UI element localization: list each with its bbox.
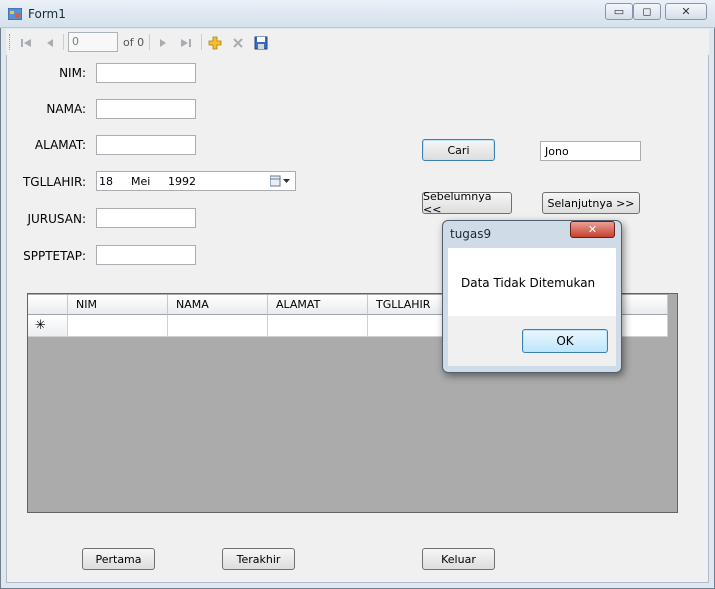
nim-label: NIM: bbox=[59, 66, 86, 80]
tgllahir-label: TGLLAHIR: bbox=[22, 175, 86, 189]
save-icon[interactable] bbox=[253, 35, 269, 51]
calendar-dropdown-icon[interactable] bbox=[269, 175, 292, 190]
app-icon bbox=[7, 7, 23, 21]
pertama-button[interactable]: Pertama bbox=[82, 548, 155, 570]
sebelumnya-button[interactable]: Sebelumnya << bbox=[422, 190, 512, 216]
ok-button[interactable]: OK bbox=[522, 329, 608, 353]
selanjutnya-button[interactable]: Selanjutnya >> bbox=[542, 192, 640, 214]
grid-column-header[interactable]: NAMA bbox=[168, 295, 268, 315]
spptetap-field[interactable] bbox=[96, 245, 196, 265]
dialog-close-button[interactable]: ✕ bbox=[570, 221, 615, 238]
maximize-button[interactable]: ◻ bbox=[633, 3, 661, 20]
spptetap-label: SPPTETAP: bbox=[23, 249, 86, 263]
jurusan-label: JURUSAN: bbox=[27, 212, 86, 226]
grid-cell[interactable] bbox=[168, 315, 268, 337]
first-record-icon[interactable] bbox=[18, 35, 34, 51]
jurusan-field[interactable] bbox=[96, 208, 196, 228]
grid-column-header[interactable]: ALAMAT bbox=[268, 295, 368, 315]
alamat-field[interactable] bbox=[96, 135, 196, 155]
keluar-button[interactable]: Keluar bbox=[422, 548, 495, 570]
last-record-icon[interactable] bbox=[178, 35, 194, 51]
cari-button[interactable]: Cari bbox=[422, 139, 495, 161]
count-label: of 0 bbox=[123, 36, 145, 49]
alamat-label: ALAMAT: bbox=[34, 138, 86, 152]
terakhir-button[interactable]: Terakhir bbox=[222, 548, 295, 570]
grid-cell[interactable] bbox=[268, 315, 368, 337]
toolbar-separator bbox=[201, 34, 202, 50]
window-title: Form1 bbox=[28, 7, 66, 21]
date-day: 18 bbox=[99, 175, 113, 188]
toolbar-grip[interactable] bbox=[9, 34, 11, 50]
next-record-icon[interactable] bbox=[155, 35, 171, 51]
position-input[interactable]: 0 bbox=[68, 32, 118, 52]
minimize-icon: ▭ bbox=[613, 5, 625, 18]
add-new-icon[interactable] bbox=[207, 35, 223, 51]
date-month: Mei bbox=[131, 175, 151, 188]
toolbar-separator bbox=[63, 34, 64, 50]
nim-field[interactable] bbox=[96, 63, 196, 83]
grid-column-header[interactable]: NIM bbox=[68, 295, 168, 315]
delete-icon[interactable] bbox=[230, 35, 246, 51]
close-icon: ✕ bbox=[681, 5, 691, 18]
nama-field[interactable] bbox=[96, 99, 196, 119]
grid-row-header-corner bbox=[28, 295, 68, 315]
maximize-icon: ◻ bbox=[642, 5, 652, 18]
dialog-title: tugas9 bbox=[450, 227, 492, 241]
grid-cell[interactable] bbox=[68, 315, 168, 337]
nama-label: NAMA: bbox=[46, 102, 86, 116]
date-year: 1992 bbox=[168, 175, 196, 188]
close-button[interactable]: ✕ bbox=[665, 3, 707, 20]
search-input[interactable]: Jono bbox=[540, 141, 641, 161]
dialog-message: Data Tidak Ditemukan bbox=[461, 276, 596, 290]
tgllahir-date-picker[interactable]: 18 Mei 1992 bbox=[96, 171, 296, 191]
minimize-button[interactable]: ▭ bbox=[605, 3, 633, 20]
previous-record-icon[interactable] bbox=[42, 35, 58, 51]
new-row-marker[interactable]: ✳ bbox=[28, 315, 68, 337]
close-icon: ✕ bbox=[587, 223, 598, 236]
toolbar-separator bbox=[149, 34, 150, 50]
